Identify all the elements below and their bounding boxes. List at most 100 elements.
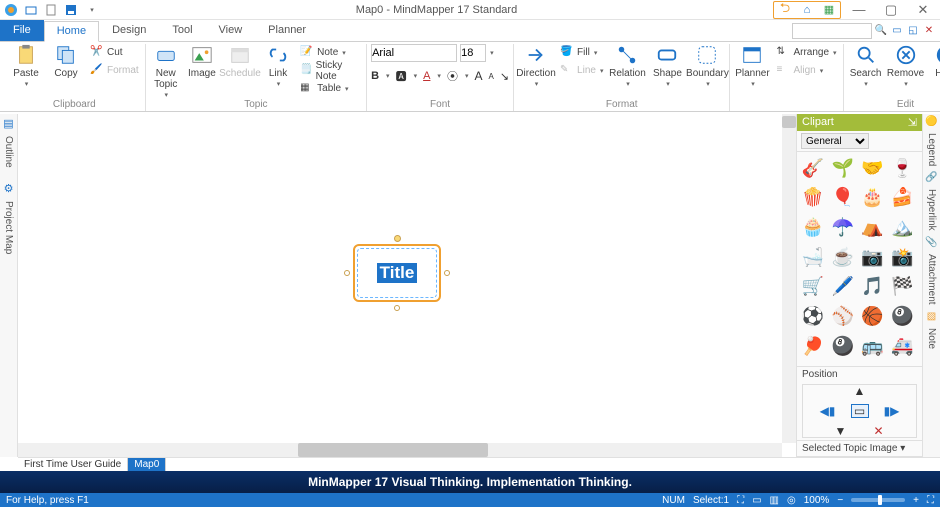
pos-right-icon[interactable]: ▮▶: [883, 404, 901, 418]
relation-button[interactable]: Relation▾: [609, 44, 645, 89]
font-name-select[interactable]: [371, 44, 457, 62]
search-button[interactable]: Search▾: [848, 44, 884, 89]
qat-new-icon[interactable]: [43, 2, 59, 18]
hyperlink-icon[interactable]: 🔗: [925, 172, 937, 183]
zoom-in-button[interactable]: +: [913, 495, 919, 506]
close-button[interactable]: ✕: [909, 1, 937, 19]
remove-button[interactable]: Remove▾: [888, 44, 924, 89]
paste-button[interactable]: Paste▾: [8, 44, 44, 89]
boundary-button[interactable]: Boundary▾: [689, 44, 725, 89]
outline-icon[interactable]: ▤: [3, 117, 13, 130]
search-input[interactable]: [792, 23, 872, 39]
table-button[interactable]: ▦Table▾: [298, 80, 362, 97]
legend-tab[interactable]: Legend: [926, 130, 937, 169]
font-color-button[interactable]: A: [423, 70, 430, 82]
font-grow-button[interactable]: A: [474, 69, 482, 83]
zoom-fit-icon[interactable]: ⛶: [737, 495, 744, 506]
clipart-item-12[interactable]: 🛁: [801, 245, 825, 269]
nav-back-icon[interactable]: ⮌: [774, 2, 796, 18]
nav-home-icon[interactable]: ⌂: [796, 2, 818, 18]
sticky-note-button[interactable]: 🗒️Sticky Note: [298, 62, 362, 79]
font-size-select[interactable]: [460, 44, 486, 62]
clipart-item-18[interactable]: 🎵: [861, 275, 885, 299]
handle-bottom-icon[interactable]: [394, 305, 400, 311]
clipart-category-select[interactable]: General: [801, 133, 869, 149]
format-painter-button[interactable]: 🖌️Format: [88, 62, 141, 79]
attachment-tab[interactable]: Attachment: [926, 251, 937, 308]
project-icon[interactable]: ⚙: [4, 182, 14, 195]
clipart-item-2[interactable]: 🤝: [861, 156, 885, 180]
central-topic[interactable]: Title: [353, 244, 441, 302]
font-size-down-icon[interactable]: ▾: [490, 49, 494, 57]
tab-tool[interactable]: Tool: [159, 20, 205, 41]
maximize-button[interactable]: ▢: [877, 1, 905, 19]
handle-right-icon[interactable]: [444, 270, 450, 276]
shape-button[interactable]: Shape▾: [649, 44, 685, 89]
fullscreen-icon[interactable]: ⛶: [927, 495, 934, 506]
ribbon-close-icon[interactable]: ✕: [922, 24, 936, 38]
line-button[interactable]: ✎Line▾: [558, 62, 605, 79]
align-button[interactable]: ≡Align▾: [774, 62, 838, 79]
clipart-item-11[interactable]: 🏔️: [890, 215, 914, 239]
qat-dropdown-icon[interactable]: ▾: [84, 2, 100, 18]
schedule-button[interactable]: Schedule: [222, 44, 258, 79]
vertical-scrollbar[interactable]: [782, 114, 796, 443]
clipart-item-23[interactable]: 🎱: [890, 305, 914, 329]
outline-tab[interactable]: Outline: [3, 133, 14, 171]
font-dialog-icon[interactable]: ↘: [500, 70, 509, 83]
tab-planner[interactable]: Planner: [255, 20, 319, 41]
horizontal-scrollbar[interactable]: [18, 443, 782, 457]
clipart-item-22[interactable]: 🏀: [861, 305, 885, 329]
doctab-map0[interactable]: Map0: [128, 458, 166, 471]
clipart-item-13[interactable]: ☕: [831, 245, 855, 269]
tab-view[interactable]: View: [206, 20, 256, 41]
note-tab[interactable]: Note: [926, 325, 937, 352]
clipart-item-1[interactable]: 🌱: [831, 156, 855, 180]
clipart-item-14[interactable]: 📷: [861, 245, 885, 269]
clipart-item-15[interactable]: 📸: [890, 245, 914, 269]
hyperlink-tab[interactable]: Hyperlink: [926, 186, 937, 234]
clipart-item-25[interactable]: 🎱: [831, 334, 855, 358]
topic-title-text[interactable]: Title: [377, 263, 418, 283]
handle-top-icon[interactable]: [394, 235, 401, 242]
clipart-item-7[interactable]: 🍰: [890, 186, 914, 210]
clipart-item-21[interactable]: ⚾: [831, 305, 855, 329]
direction-button[interactable]: Direction▾: [518, 44, 554, 89]
zoom-out-button[interactable]: −: [837, 495, 843, 506]
tab-home[interactable]: Home: [44, 21, 99, 42]
pos-center-icon[interactable]: ▭: [851, 404, 869, 418]
fill-button[interactable]: 🪣Fill▾: [558, 44, 605, 61]
nav-calendar-icon[interactable]: ▦: [818, 2, 840, 18]
clipart-item-10[interactable]: ⛺: [861, 215, 885, 239]
arrange-button[interactable]: ⇅Arrange▾: [774, 44, 838, 61]
clipart-item-17[interactable]: 🖊️: [831, 275, 855, 299]
pos-top-icon[interactable]: ▲: [851, 384, 869, 398]
clipart-item-19[interactable]: 🏁: [890, 275, 914, 299]
font-shrink-button[interactable]: A: [488, 72, 493, 81]
panel-pin-icon[interactable]: ⇲: [908, 116, 917, 129]
clipart-item-4[interactable]: 🍿: [801, 186, 825, 210]
link-button[interactable]: Link▾: [262, 44, 294, 89]
planner-button[interactable]: Planner▾: [734, 44, 770, 89]
copy-button[interactable]: Copy: [48, 44, 84, 79]
qat-open-icon[interactable]: [23, 2, 39, 18]
new-topic-button[interactable]: New Topic▾: [150, 44, 182, 100]
clipart-item-3[interactable]: 🍷: [890, 156, 914, 180]
selected-topic-image-label[interactable]: Selected Topic Image ▾: [797, 440, 922, 456]
note-button[interactable]: 📝Note▾: [298, 44, 362, 61]
zoom-slider[interactable]: [851, 498, 905, 502]
clipart-item-6[interactable]: 🎂: [861, 186, 885, 210]
ribbon-restore-icon[interactable]: ◱: [906, 24, 920, 38]
cut-button[interactable]: ✂️Cut: [88, 44, 141, 61]
highlight-button[interactable]: 🅰: [396, 68, 407, 84]
clipart-item-27[interactable]: 🚑: [890, 334, 914, 358]
pos-bottom-icon[interactable]: ▼: [832, 424, 850, 438]
image-button[interactable]: Image: [186, 44, 218, 79]
tab-file[interactable]: File: [0, 20, 44, 41]
project-map-tab[interactable]: Project Map: [3, 198, 14, 257]
clipart-item-8[interactable]: 🧁: [801, 215, 825, 239]
clipart-item-20[interactable]: ⚽: [801, 305, 825, 329]
canvas[interactable]: Title: [18, 114, 782, 443]
ribbon-minimize-icon[interactable]: ▭: [890, 24, 904, 38]
legend-icon[interactable]: 🟡: [925, 116, 937, 127]
